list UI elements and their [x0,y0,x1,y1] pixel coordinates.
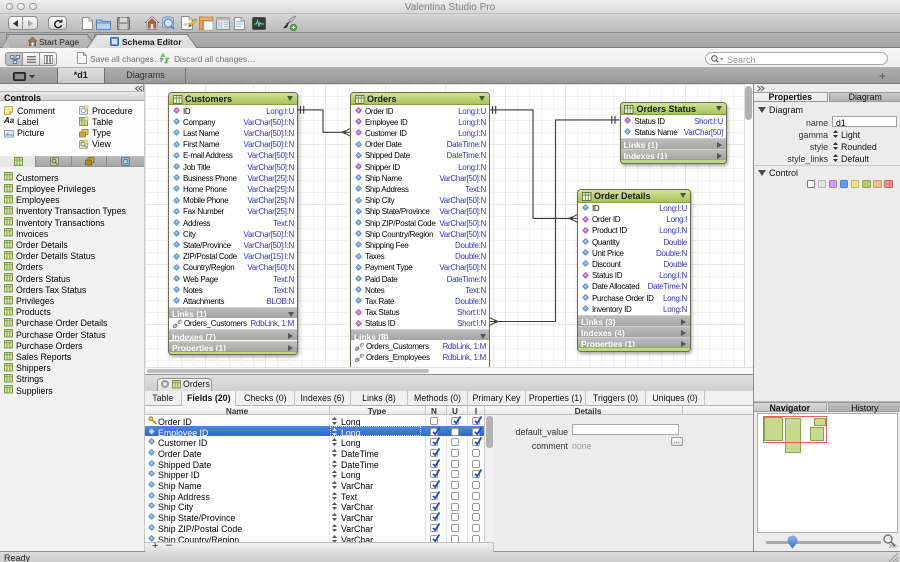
svg-text:200: 200 [889,544,897,549]
